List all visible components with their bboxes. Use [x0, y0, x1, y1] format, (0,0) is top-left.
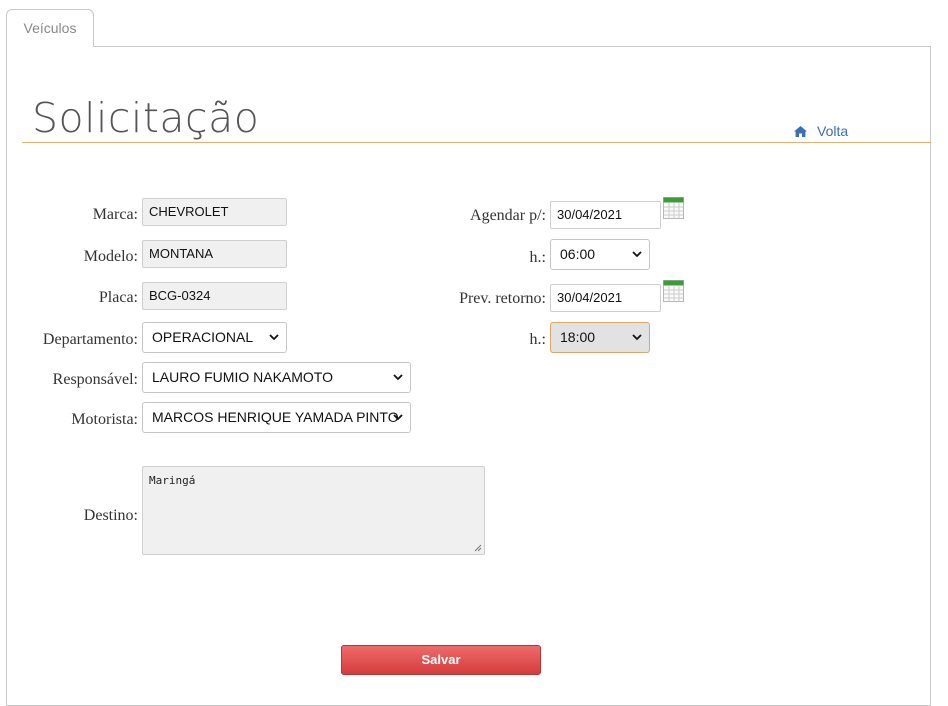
back-link-label: Volta — [817, 123, 849, 139]
chevron-down-icon — [393, 374, 403, 381]
modelo-field[interactable]: MONTANA — [142, 240, 287, 268]
agendar-hora-label: h.: — [529, 249, 546, 266]
marca-label: Marca: — [92, 206, 138, 223]
responsavel-select-value: LAURO FUMIO NAKAMOTO — [152, 369, 333, 385]
departamento-label: Departamento: — [42, 331, 138, 348]
destino-textarea[interactable]: Maringá — [142, 466, 485, 555]
chevron-down-icon — [632, 334, 642, 341]
retorno-hora-value: 18:00 — [560, 329, 596, 345]
resize-grip-icon[interactable] — [474, 544, 482, 552]
motorista-select-value: MARCOS HENRIQUE YAMADA PINTO — [152, 409, 399, 425]
calendar-icon[interactable] — [663, 197, 684, 219]
calendar-icon[interactable] — [663, 280, 684, 302]
motorista-label: Motorista: — [71, 411, 138, 428]
agendar-date-field[interactable]: 30/04/2021 — [550, 201, 661, 229]
agendar-label: Agendar p/: — [470, 207, 546, 224]
responsavel-label: Responsável: — [52, 371, 138, 388]
page-title: Solicitação — [32, 94, 260, 142]
back-link[interactable]: Volta — [794, 123, 848, 139]
home-icon — [794, 125, 807, 137]
retorno-label: Prev. retorno: — [459, 290, 546, 307]
motorista-select[interactable]: MARCOS HENRIQUE YAMADA PINTO — [142, 402, 411, 433]
chevron-down-icon — [269, 334, 279, 341]
placa-field[interactable]: BCG-0324 — [142, 282, 287, 310]
agendar-hora-select[interactable]: 06:00 — [550, 239, 650, 270]
departamento-select[interactable]: OPERACIONAL — [142, 322, 287, 353]
retorno-date-field[interactable]: 30/04/2021 — [550, 284, 661, 312]
placa-label: Placa: — [98, 289, 138, 306]
save-button[interactable]: Salvar — [341, 645, 541, 675]
agendar-hora-value: 06:00 — [560, 246, 596, 262]
departamento-select-value: OPERACIONAL — [152, 329, 254, 345]
title-divider — [22, 142, 931, 143]
chevron-down-icon — [393, 414, 403, 421]
modelo-label: Modelo: — [83, 248, 138, 265]
retorno-hora-label: h.: — [529, 331, 546, 348]
chevron-down-icon — [632, 251, 642, 258]
responsavel-select[interactable]: LAURO FUMIO NAKAMOTO — [142, 362, 411, 393]
retorno-hora-select[interactable]: 18:00 — [550, 322, 650, 353]
destino-label: Destino: — [83, 507, 138, 524]
tab-veiculos[interactable]: Veículos — [6, 9, 94, 47]
marca-field[interactable]: CHEVROLET — [142, 198, 287, 226]
destino-text: Maringá — [149, 474, 196, 487]
